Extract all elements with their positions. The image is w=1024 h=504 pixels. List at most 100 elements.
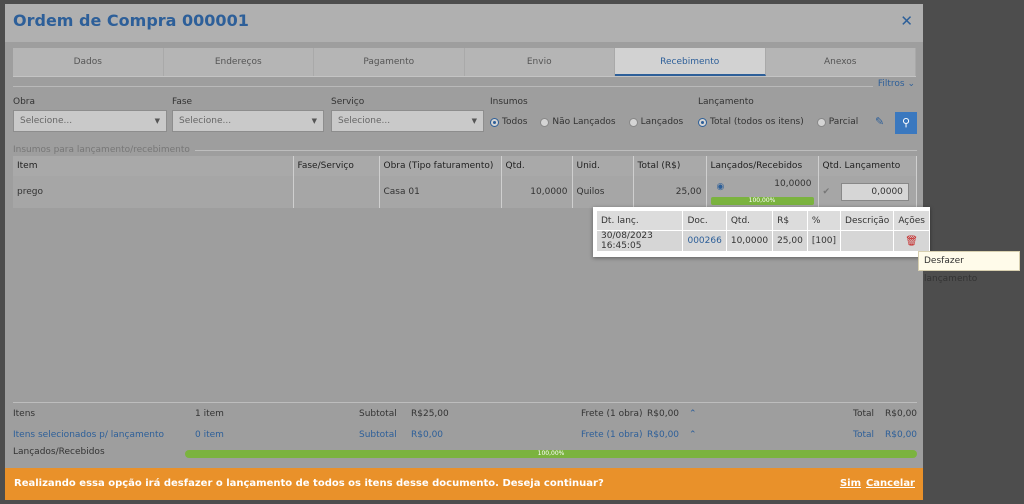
popup-col-pct: % [806, 210, 842, 231]
confirm-cancel-button[interactable]: Cancelar [866, 478, 915, 489]
search-button[interactable]: ⚲ [895, 112, 917, 134]
radio-parcial[interactable]: Parcial [816, 117, 858, 127]
cell-obra: Casa 01 [379, 176, 502, 208]
lancamento-radio-group: Total (todos os itens) Parcial [698, 117, 866, 127]
table-header-row: Item Fase/Serviço Obra (Tipo faturamento… [13, 156, 917, 176]
popup-col-dt: Dt. lanç. [595, 210, 684, 231]
popup-cell-doc-link[interactable]: 000266 [682, 230, 727, 252]
tab-recebimento[interactable]: Recebimento [615, 48, 766, 76]
footer-selecionados-row: Itens selecionados p/ lançamento 0 item … [13, 430, 917, 444]
fase-label: Fase [172, 97, 193, 107]
footer-selecionados-total: R$0,00 [885, 430, 918, 440]
footer-selecionados-subtotal-label: Subtotal [359, 430, 397, 440]
tab-dados[interactable]: Dados [13, 48, 164, 76]
col-qtd-lancamento: Qtd. Lançamento [818, 156, 917, 176]
cell-unid: Quilos [572, 176, 634, 208]
popup-col-rs: R$ [772, 210, 808, 231]
footer-itens-frete: R$0,00 [647, 409, 680, 419]
eraser-icon[interactable]: ✎ [875, 115, 884, 128]
section-divider [195, 150, 917, 151]
radio-nao-lancados[interactable]: Não Lançados [540, 117, 616, 127]
close-icon[interactable]: ✕ [900, 12, 913, 30]
cell-qtd: 10,0000 [501, 176, 573, 208]
servico-select[interactable]: Selecione... ▼ [331, 110, 484, 132]
tab-envio[interactable]: Envio [464, 48, 615, 76]
filters-toggle-label: Filtros [877, 79, 905, 89]
footer-itens-label: Itens [13, 409, 36, 419]
items-table: Item Fase/Serviço Obra (Tipo faturamento… [13, 156, 917, 208]
table-row[interactable]: prego Casa 01 10,0000 Quilos 25,00 ◉ 10,… [13, 176, 917, 208]
chevron-down-icon: ⌄ [907, 79, 915, 89]
insumos-radio-group: Todos Não Lançados Lançados [490, 117, 691, 127]
footer-selecionados-count: 0 item [195, 430, 224, 440]
section-title: Insumos para lançamento/recebimento [13, 145, 190, 155]
footer-selecionados-label[interactable]: Itens selecionados p/ lançamento [13, 430, 164, 440]
footer-itens-total-label: Total [853, 409, 875, 419]
caret-down-icon: ▼ [311, 117, 317, 125]
footer-itens-subtotal: R$25,00 [411, 409, 449, 419]
chevron-up-icon[interactable]: ⌃ [689, 430, 697, 440]
fase-select-value: Selecione... [179, 116, 232, 126]
trash-icon[interactable]: 🗑 [893, 230, 930, 252]
footer-itens-subtotal-label: Subtotal [359, 409, 397, 419]
filters-divider [13, 86, 873, 87]
radio-nao-lancados-label: Não Lançados [552, 117, 616, 127]
col-total: Total (R$) [633, 156, 707, 176]
obra-select[interactable]: Selecione... ▼ [13, 110, 167, 132]
popup-cell-descricao [840, 230, 895, 252]
tabs-divider [13, 76, 916, 77]
insumos-label: Insumos [490, 97, 528, 107]
popup-cell-pct: [100] [806, 230, 842, 252]
radio-empty-icon [540, 117, 550, 127]
obra-select-value: Selecione... [20, 116, 73, 126]
confirm-yes-button[interactable]: Sim [840, 478, 861, 489]
footer-selecionados-frete-label: Frete (1 obra) [581, 430, 643, 440]
col-obra: Obra (Tipo faturamento) [379, 156, 502, 176]
popup-col-doc: Doc. [682, 210, 727, 231]
footer-lancados-label: Lançados/Recebidos [13, 447, 105, 457]
footer-selecionados-total-label: Total [853, 430, 875, 440]
footer-itens-total: R$0,00 [885, 409, 918, 419]
filters-toggle[interactable]: Filtros ⌄ [878, 79, 915, 89]
footer-selecionados-frete: R$0,00 [647, 430, 680, 440]
chevron-up-icon[interactable]: ⌃ [689, 409, 697, 419]
popup-cell-dt: 30/08/2023 16:45:05 [595, 230, 684, 252]
footer-selecionados-subtotal: R$0,00 [411, 430, 444, 440]
col-unid: Unid. [572, 156, 634, 176]
lancamento-label: Lançamento [698, 97, 754, 107]
caret-down-icon: ▼ [471, 117, 477, 125]
cell-item: prego [13, 176, 294, 208]
radio-lancados-label: Lançados [640, 117, 684, 127]
radio-lancados[interactable]: Lançados [628, 117, 684, 127]
tab-enderecos[interactable]: Endereços [163, 48, 314, 76]
radio-selected-icon [490, 117, 499, 127]
col-qtd: Qtd. [501, 156, 573, 176]
modal-title: Ordem de Compra 000001 [13, 11, 249, 30]
radio-total-label: Total (todos os itens) [710, 117, 804, 127]
launch-history-popup: Dt. lanç. Doc. Qtd. R$ % Descrição Ações… [593, 207, 930, 257]
caret-down-icon: ▼ [154, 117, 160, 125]
footer-divider [13, 402, 917, 403]
popup-col-acoes: Ações [893, 210, 930, 231]
servico-label: Serviço [331, 97, 365, 107]
cell-total: 25,00 [633, 176, 707, 208]
tab-pagamento[interactable]: Pagamento [314, 48, 465, 76]
footer-itens-row: Itens 1 item Subtotal R$25,00 Frete (1 o… [13, 409, 917, 423]
confirm-bar: Realizando essa opção irá desfazer o lan… [5, 468, 923, 500]
tab-anexos[interactable]: Anexos [765, 48, 916, 76]
radio-total[interactable]: Total (todos os itens) [698, 117, 804, 127]
popup-col-qtd: Qtd. [725, 210, 774, 231]
row-progress-bar: 100,00% [710, 197, 814, 205]
qtd-lancamento-input[interactable]: 0,0000 [840, 183, 909, 201]
col-item: Item [13, 156, 294, 176]
search-icon: ⚲ [901, 116, 911, 129]
fase-select[interactable]: Selecione... ▼ [172, 110, 324, 132]
eye-icon[interactable]: ◉ [717, 182, 725, 192]
radio-empty-icon [628, 117, 638, 127]
tab-bar: Dados Endereços Pagamento Envio Recebime… [13, 48, 916, 76]
check-icon[interactable]: ✔ [823, 187, 831, 197]
radio-todos[interactable]: Todos [490, 117, 527, 127]
radio-empty-icon [816, 117, 826, 127]
popup-cell-rs: 25,00 [772, 230, 808, 252]
total-progress-bar: 100,00% [185, 450, 917, 458]
